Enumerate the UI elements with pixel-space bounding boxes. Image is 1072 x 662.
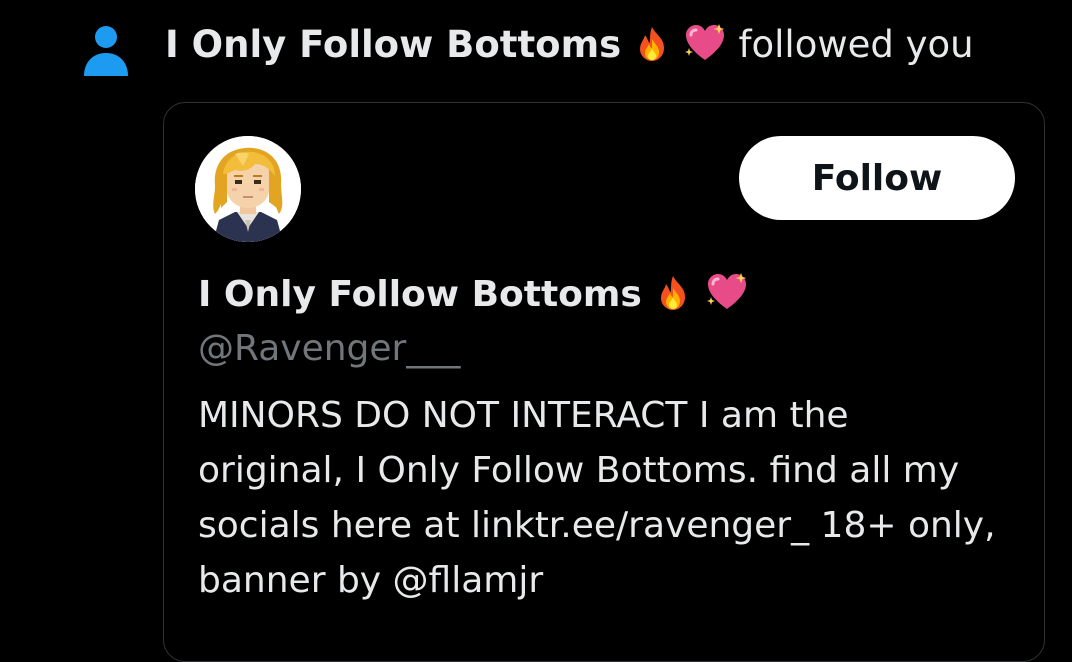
fire-emoji-icon	[639, 27, 664, 61]
profile-handle[interactable]: @Ravenger___	[198, 326, 460, 372]
bio-line: socials here at linktr.ee/ravenger_ 18+ …	[198, 505, 996, 546]
avatar[interactable]	[195, 136, 301, 242]
profile-display-name[interactable]: I Only Follow Bottoms	[198, 272, 749, 324]
notification-text: I Only Follow Bottoms followed you	[165, 22, 974, 74]
fire-sparkling-heart-emojis	[654, 272, 749, 324]
fire-emoji-icon	[661, 276, 686, 310]
profile-bio: MINORS DO NOT INTERACT I am the original…	[198, 388, 1028, 608]
bio-line: MINORS DO NOT INTERACT I am the	[198, 395, 849, 436]
bio-line: original, I Only Follow Bottoms. find al…	[198, 450, 960, 491]
profile-display-name-text[interactable]: I Only Follow Bottoms	[198, 274, 642, 315]
notification-actor-name[interactable]: I Only Follow Bottoms	[165, 23, 621, 66]
follow-notification[interactable]: I Only Follow Bottoms followed you	[0, 0, 1072, 96]
notification-action-text: followed you	[738, 23, 974, 66]
pixel-art-avatar-icon	[195, 136, 301, 242]
bio-line: banner by @fllamjr	[198, 560, 544, 601]
sparkling-heart-emoji-icon	[706, 273, 747, 309]
fire-sparkling-heart-emojis	[633, 23, 727, 74]
sparkling-heart-emoji-icon	[684, 24, 725, 60]
follow-button[interactable]: Follow	[739, 136, 1015, 220]
person-icon	[84, 26, 128, 76]
